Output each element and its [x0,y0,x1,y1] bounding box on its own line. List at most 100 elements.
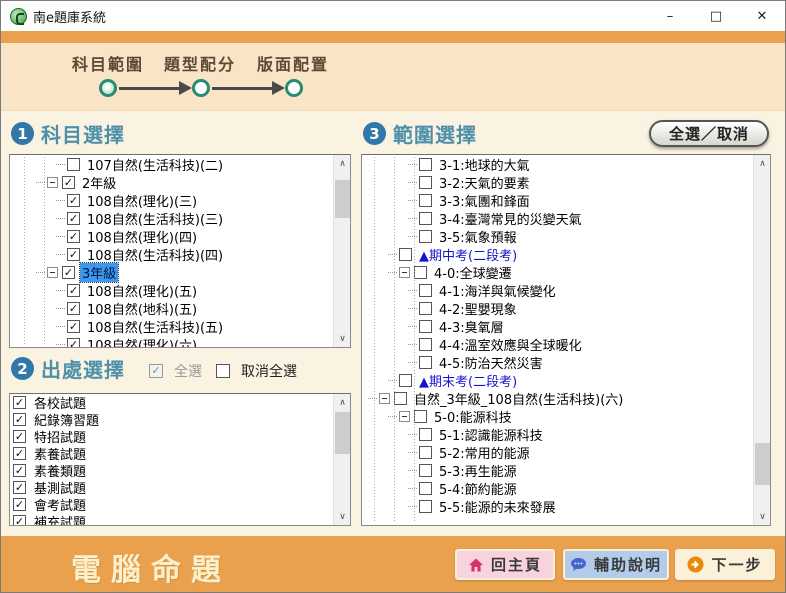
tree-item-label[interactable]: 108自然(生活科技)(五) [85,317,225,336]
tree-item-label[interactable]: 107自然(生活科技)(二) [85,155,225,174]
tree-item-label[interactable]: 自然_3年級_108自然(生活科技)(六) [412,389,625,408]
tree-item-label[interactable]: 3-2:天氣的要素 [437,173,532,192]
maximize-button[interactable]: □ [693,1,739,31]
tree-item-checkbox[interactable] [419,176,432,189]
home-button[interactable]: 回主頁 [455,549,555,580]
list-item-checkbox[interactable] [13,447,26,460]
minimize-button[interactable]: – [647,1,693,31]
tree-item-label[interactable]: 5-2:常用的能源 [437,443,532,462]
tree-item-label[interactable]: ▲期中考(二段考) [417,245,519,264]
tree-item-checkbox[interactable] [419,464,432,477]
tree-item-label[interactable]: 108自然(理化)(五) [85,281,199,300]
scroll-up-icon[interactable]: ∧ [334,394,351,411]
tree-item-checkbox[interactable] [67,284,80,297]
tree-item-checkbox[interactable] [67,230,80,243]
tree-item-label[interactable]: ▲期末考(二段考) [417,371,519,390]
tree-item-checkbox[interactable] [399,248,412,261]
list-item-checkbox[interactable] [13,396,26,409]
brand-title: 電腦命題 [71,545,231,589]
tree-item-label[interactable]: 3-3:氣團和鋒面 [437,191,532,210]
tree-item-label[interactable]: 108自然(生活科技)(四) [85,245,225,264]
list-item-checkbox[interactable] [13,498,26,511]
tree-connector [408,452,417,453]
tree-item-checkbox[interactable] [419,302,432,315]
list-item-checkbox[interactable] [13,464,26,477]
tree-item-checkbox[interactable] [67,212,80,225]
scrollbar[interactable]: ∧ ∨ [333,394,350,525]
tree-item-checkbox[interactable] [67,158,80,171]
tree-item-checkbox[interactable] [419,284,432,297]
collapse-minus-icon[interactable] [47,267,58,278]
scrollbar-thumb[interactable] [335,180,350,218]
next-step-button[interactable]: 下一步 [675,549,775,580]
list-item-checkbox[interactable] [13,515,26,525]
tree-item-checkbox[interactable] [419,482,432,495]
tree-item-checkbox[interactable] [419,230,432,243]
scrollbar-thumb[interactable] [755,443,770,485]
list-item-label[interactable]: 補充試題 [32,512,88,525]
tree-item-checkbox[interactable] [67,320,80,333]
scroll-down-icon[interactable]: ∨ [334,330,351,347]
tree-item-label[interactable]: 108自然(生活科技)(三) [85,209,225,228]
list-item-checkbox[interactable] [13,413,26,426]
tree-item-checkbox[interactable] [62,266,75,279]
scrollbar[interactable]: ∧ ∨ [333,155,350,347]
tree-item-label[interactable]: 108自然(理化)(三) [85,191,199,210]
tree-item-label[interactable]: 5-4:節約能源 [437,479,519,498]
tree-item-label[interactable]: 5-1:認識能源科技 [437,425,545,444]
tree-item-label[interactable]: 5-5:能源的未來發展 [437,497,558,516]
tree-item-label[interactable]: 108自然(地科)(五) [85,299,199,318]
tree-item-label[interactable]: 4-4:溫室效應與全球暖化 [437,335,584,354]
tree-item-label[interactable]: 3-1:地球的大氣 [437,155,532,174]
tree-item-checkbox[interactable] [419,194,432,207]
close-button[interactable]: ✕ [739,1,785,31]
tree-item-label[interactable]: 3年級 [80,263,118,282]
scroll-down-icon[interactable]: ∨ [334,508,351,525]
scroll-up-icon[interactable]: ∧ [334,155,351,172]
tree-item-checkbox[interactable] [67,248,80,261]
scrollbar-thumb[interactable] [335,412,350,454]
tree-item-checkbox[interactable] [419,320,432,333]
tree-item-checkbox[interactable] [419,158,432,171]
tree-item-checkbox[interactable] [419,428,432,441]
collapse-minus-icon[interactable] [399,267,410,278]
tree-item-checkbox[interactable] [419,446,432,459]
tree-item-checkbox[interactable] [399,374,412,387]
list-item-checkbox[interactable] [13,481,26,494]
tree-item-checkbox[interactable] [419,500,432,513]
tree-item-label[interactable]: 108自然(理化)(四) [85,227,199,246]
tree-item-label[interactable]: 4-3:臭氧層 [437,317,506,336]
tree-item-checkbox[interactable] [67,338,80,348]
collapse-minus-icon[interactable] [399,411,410,422]
tree-item-checkbox[interactable] [419,338,432,351]
tree-item-label[interactable]: 5-3:再生能源 [437,461,519,480]
tree-item-label[interactable]: 4-2:聖嬰現象 [437,299,519,318]
scroll-down-icon[interactable]: ∨ [754,508,771,525]
tree-item-label[interactable]: 4-0:全球變遷 [432,263,514,282]
scrollbar[interactable]: ∧ ∨ [753,155,770,525]
tree-item-label[interactable]: 3-4:臺灣常見的災變天氣 [437,209,584,228]
speech-bubble-icon [570,557,587,572]
tree-item-checkbox[interactable] [67,302,80,315]
tree-item-checkbox[interactable] [62,176,75,189]
tree-item-checkbox[interactable] [414,410,427,423]
select-all-checkbox[interactable] [149,364,163,378]
tree-item-label[interactable]: 3-5:氣象預報 [437,227,519,246]
deselect-all-checkbox[interactable] [216,364,230,378]
tree-item-checkbox[interactable] [419,356,432,369]
tree-item-label[interactable]: 4-5:防治天然災害 [437,353,545,372]
select-all-toggle-button[interactable]: 全選／取消 [649,120,769,147]
collapse-minus-icon[interactable] [47,177,58,188]
scroll-up-icon[interactable]: ∧ [754,155,771,172]
tree-item-label[interactable]: 2年級 [80,173,118,192]
tree-item-checkbox[interactable] [67,194,80,207]
tree-item-label[interactable]: 5-0:能源科技 [432,407,514,426]
collapse-minus-icon[interactable] [379,393,390,404]
help-button[interactable]: 輔助說明 [563,549,669,580]
tree-item-label[interactable]: 4-1:海洋與氣候變化 [437,281,558,300]
tree-item-label[interactable]: 108自然(理化)(六) [85,335,199,348]
tree-item-checkbox[interactable] [419,212,432,225]
tree-item-checkbox[interactable] [414,266,427,279]
tree-item-checkbox[interactable] [394,392,407,405]
list-item-checkbox[interactable] [13,430,26,443]
